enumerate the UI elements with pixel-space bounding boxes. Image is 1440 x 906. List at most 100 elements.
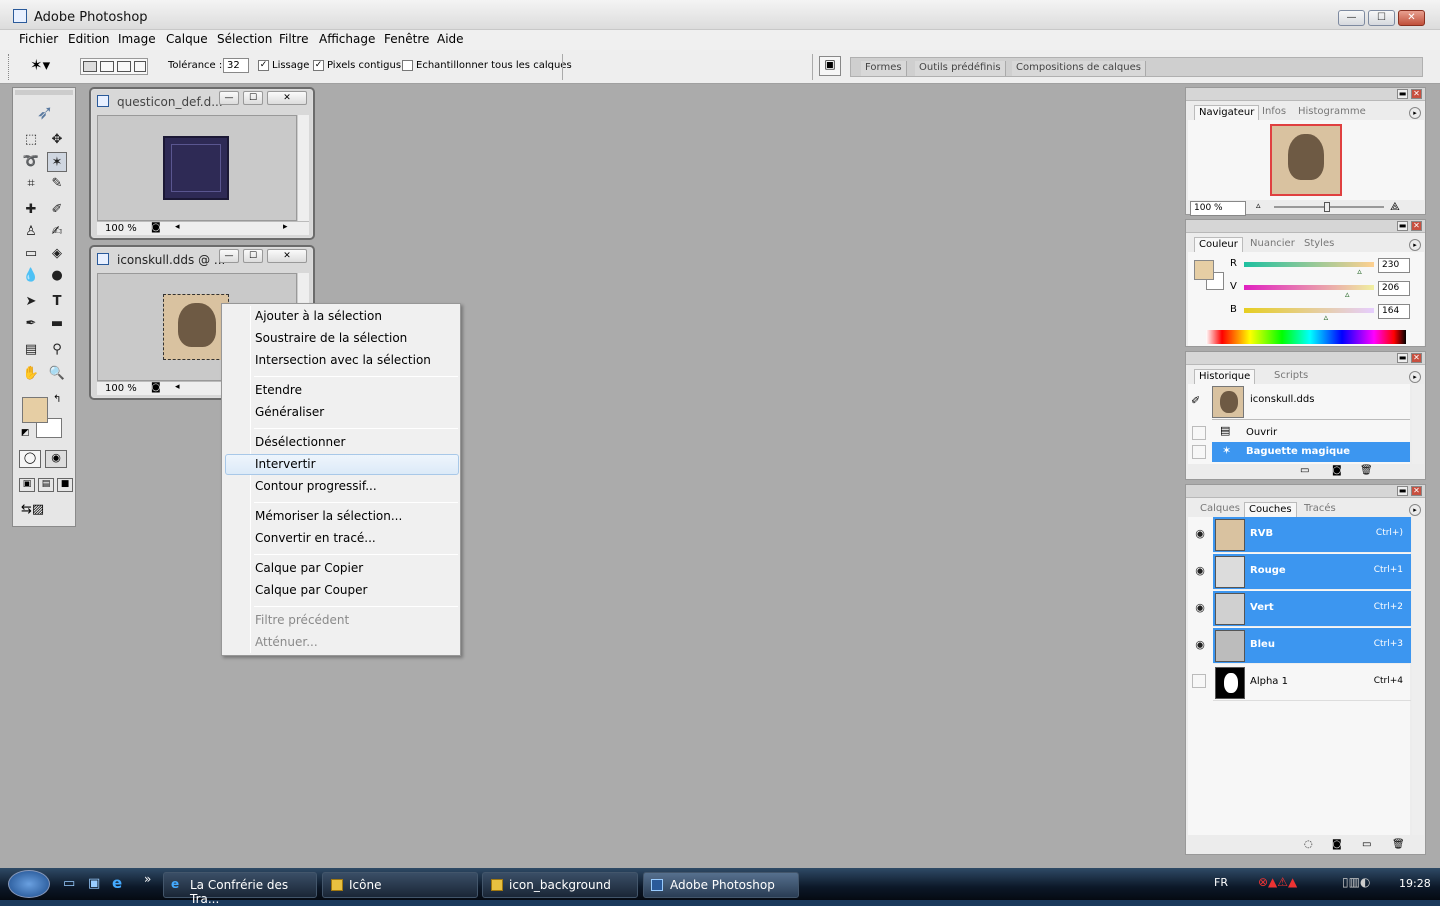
channel-row-alpha1[interactable]: Alpha 1 Ctrl+4 bbox=[1213, 665, 1411, 701]
default-colors-icon[interactable]: ◩ bbox=[21, 428, 30, 438]
screen-mode-full-icon[interactable]: ■ bbox=[57, 478, 73, 492]
maximize-button[interactable]: ☐ bbox=[1368, 10, 1395, 26]
panel-minimize-button[interactable]: ▬ bbox=[1397, 486, 1408, 496]
panel-minimize-button[interactable]: ▬ bbox=[1397, 221, 1408, 231]
taskbar-button-photoshop[interactable]: Adobe Photoshop bbox=[643, 872, 799, 898]
taskbar-button-icon-background[interactable]: icon_background bbox=[482, 872, 638, 898]
menu-aide[interactable]: Aide bbox=[437, 32, 464, 46]
snapshot-thumbnail[interactable] bbox=[1212, 386, 1244, 418]
scroll-left-icon[interactable]: ◂ bbox=[175, 382, 180, 392]
history-brush-icon[interactable]: ✍ bbox=[47, 222, 67, 242]
scroll-left-icon[interactable]: ◂ bbox=[175, 222, 180, 232]
panel-header[interactable]: ▬ ✕ bbox=[1186, 88, 1425, 101]
history-state-selected[interactable]: ✶ Baguette magique bbox=[1212, 442, 1410, 462]
start-button[interactable] bbox=[8, 870, 50, 898]
close-button[interactable]: ✕ bbox=[1398, 10, 1425, 26]
zoom-out-icon[interactable]: ▵ bbox=[1256, 201, 1261, 211]
new-channel-icon[interactable]: ▭ bbox=[1362, 839, 1371, 850]
visibility-eye-icon[interactable]: ◉ bbox=[1192, 601, 1208, 617]
tab-infos[interactable]: Infos bbox=[1258, 105, 1290, 120]
menu-item-calque-copier[interactable]: Calque par Copier bbox=[255, 561, 363, 575]
r-slider[interactable] bbox=[1244, 262, 1374, 267]
contiguous-checkbox[interactable]: ✓ bbox=[313, 60, 324, 71]
document-window-questicon[interactable]: questicon_def.d... — ☐ ✕ 100 % ◙ ◂ ▸ bbox=[89, 87, 315, 240]
subtract-selection-icon[interactable] bbox=[117, 61, 131, 72]
jump-to-imageready-icon[interactable]: ⇆▨ bbox=[21, 502, 67, 520]
doc-maximize-button[interactable]: ☐ bbox=[243, 249, 263, 263]
panel-menu-icon[interactable]: ▸ bbox=[1409, 371, 1421, 383]
standard-mode-icon[interactable]: ◯ bbox=[19, 450, 41, 468]
panel-minimize-button[interactable]: ▬ bbox=[1397, 89, 1408, 99]
pen-tool-icon[interactable]: ✒ bbox=[21, 314, 41, 334]
history-state-ouvrir[interactable]: Ouvrir bbox=[1246, 427, 1277, 438]
tab-styles[interactable]: Styles bbox=[1300, 237, 1338, 252]
doc-close-button[interactable]: ✕ bbox=[267, 91, 307, 105]
menu-item-calque-couper[interactable]: Calque par Couper bbox=[255, 583, 367, 597]
new-document-from-state-icon[interactable]: ▭ bbox=[1300, 465, 1309, 476]
tray-icons[interactable]: ⊗▲⚠▲ bbox=[1258, 875, 1336, 891]
menu-calque[interactable]: Calque bbox=[166, 32, 208, 46]
g-value-input[interactable]: 206 bbox=[1378, 281, 1410, 296]
toolbox-grip[interactable] bbox=[15, 90, 73, 95]
sample-all-checkbox[interactable] bbox=[402, 60, 413, 71]
panel-header[interactable]: ▬ ✕ bbox=[1186, 220, 1425, 233]
channel-row-rouge[interactable]: Rouge Ctrl+1 bbox=[1213, 554, 1411, 590]
screen-mode-full-menu-icon[interactable]: ▤ bbox=[38, 478, 54, 492]
menu-item-convertir-trace[interactable]: Convertir en tracé... bbox=[255, 531, 376, 545]
load-selection-icon[interactable]: ◌ bbox=[1304, 839, 1313, 850]
swap-colors-icon[interactable]: ↰ bbox=[53, 394, 61, 405]
menu-item-memoriser[interactable]: Mémoriser la sélection... bbox=[255, 509, 402, 523]
well-tab-formes[interactable]: Formes bbox=[861, 61, 907, 76]
menu-item-generaliser[interactable]: Généraliser bbox=[255, 405, 324, 419]
zoom-slider-handle[interactable] bbox=[1324, 202, 1330, 212]
history-brush-source-icon[interactable]: ✐ bbox=[1191, 394, 1200, 407]
panel-header[interactable]: ▬ ✕ bbox=[1186, 352, 1425, 365]
foreground-color-swatch[interactable] bbox=[22, 397, 48, 423]
history-scrollbar[interactable] bbox=[1412, 384, 1424, 464]
language-indicator[interactable]: FR bbox=[1214, 876, 1228, 889]
panel-close-button[interactable]: ✕ bbox=[1411, 486, 1422, 496]
save-selection-icon[interactable]: ◙ bbox=[1332, 839, 1342, 850]
clone-stamp-icon[interactable]: ♙ bbox=[21, 222, 41, 242]
menu-image[interactable]: Image bbox=[118, 32, 156, 46]
menu-fenetre[interactable]: Fenêtre bbox=[384, 32, 429, 46]
navigator-thumbnail[interactable] bbox=[1270, 124, 1342, 196]
r-value-input[interactable]: 230 bbox=[1378, 258, 1410, 273]
foreground-color-chip[interactable] bbox=[1194, 260, 1214, 280]
panel-close-button[interactable]: ✕ bbox=[1411, 221, 1422, 231]
tab-nuancier[interactable]: Nuancier bbox=[1246, 237, 1299, 252]
crop-tool-icon[interactable]: ⌗ bbox=[21, 174, 41, 194]
menu-fichier[interactable]: Fichier bbox=[19, 32, 58, 46]
menu-edition[interactable]: Edition bbox=[68, 32, 110, 46]
taskbar-button-confrerie[interactable]: e La Confrérie des Tra... bbox=[163, 872, 317, 906]
quicklaunch-more[interactable]: » bbox=[144, 872, 151, 886]
show-desktop-icon[interactable]: ▭ bbox=[63, 876, 75, 891]
history-source-checkbox[interactable] bbox=[1192, 426, 1206, 440]
panel-close-button[interactable]: ✕ bbox=[1411, 353, 1422, 363]
tab-couches[interactable]: Couches bbox=[1244, 502, 1297, 517]
tab-navigateur[interactable]: Navigateur bbox=[1194, 105, 1260, 120]
antialias-checkbox[interactable]: ✓ bbox=[258, 60, 269, 71]
well-tab-outils-predefinis[interactable]: Outils prédéfinis bbox=[915, 61, 1006, 76]
menu-affichage[interactable]: Affichage bbox=[319, 32, 375, 46]
r-slider-thumb[interactable]: ▵ bbox=[1357, 267, 1362, 277]
zoom-tool-icon[interactable]: 🔍 bbox=[47, 364, 67, 384]
marquee-tool-icon[interactable]: ⬚ bbox=[21, 130, 41, 150]
status-menu-icon[interactable]: ◙ bbox=[151, 382, 161, 393]
menu-item-contour-progressif[interactable]: Contour progressif... bbox=[255, 479, 377, 493]
visibility-toggle-empty[interactable] bbox=[1192, 674, 1206, 688]
tab-historique[interactable]: Historique bbox=[1194, 369, 1256, 384]
move-tool-icon[interactable]: ✥ bbox=[47, 130, 67, 150]
visibility-eye-icon[interactable]: ◉ bbox=[1192, 638, 1208, 654]
tolerance-input[interactable]: 32 bbox=[223, 58, 249, 73]
delete-channel-icon[interactable]: 🗑 bbox=[1392, 839, 1405, 850]
tab-histogramme[interactable]: Histogramme bbox=[1294, 105, 1370, 120]
panel-header[interactable]: ▬ ✕ bbox=[1186, 485, 1425, 498]
doc-maximize-button[interactable]: ☐ bbox=[243, 91, 263, 105]
intersect-selection-icon[interactable] bbox=[134, 61, 146, 72]
notes-tool-icon[interactable]: ▤ bbox=[21, 340, 41, 360]
tab-couleur[interactable]: Couleur bbox=[1194, 237, 1243, 252]
taskbar-button-icone[interactable]: Icône bbox=[322, 872, 478, 898]
switch-windows-icon[interactable]: ▣ bbox=[88, 876, 100, 891]
history-source-checkbox[interactable] bbox=[1192, 445, 1206, 459]
